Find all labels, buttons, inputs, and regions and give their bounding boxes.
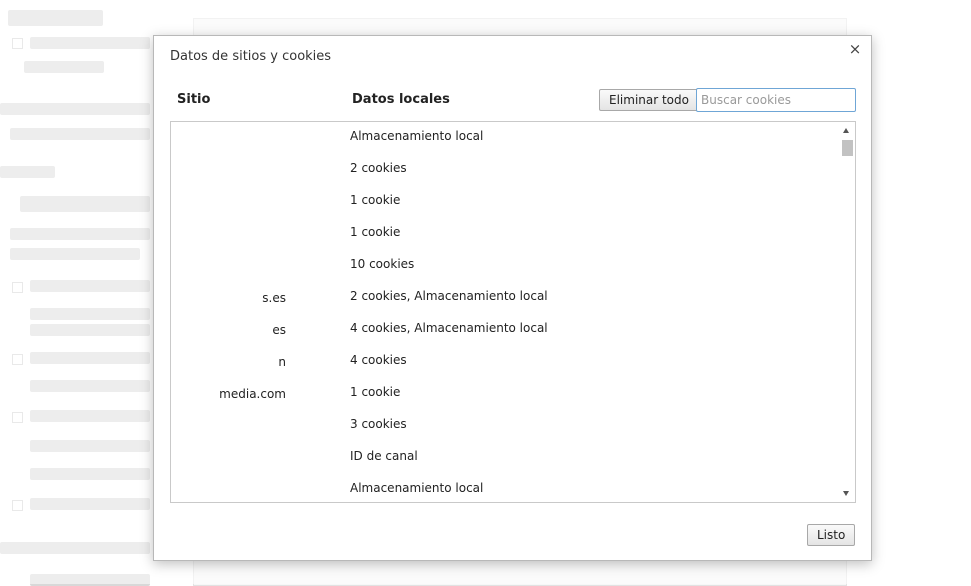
row-site: s.es [262,291,286,305]
row-site: n [278,355,286,369]
scroll-thumb[interactable] [842,140,853,156]
table-row[interactable]: 3 cookies [171,410,839,442]
table-row[interactable]: media.com 1 cookie [171,378,839,410]
cookies-list[interactable]: Almacenamiento local 2 cookies 1 cookie 1 c… [170,121,856,503]
row-local-data: 10 cookies [350,257,415,271]
dialog-title: Datos de sitios y cookies [170,49,332,64]
row-site: media.com [219,387,286,401]
row-local-data: Almacenamiento local [350,481,484,495]
row-local-data: 4 cookies [350,353,407,367]
table-row[interactable]: 1 cookie [171,186,839,218]
list-scrollbar[interactable] [840,122,855,502]
row-local-data: 1 cookie [350,193,401,207]
row-local-data: 4 cookies, Almacenamiento local [350,321,548,335]
table-row[interactable]: es 4 cookies, Almacenamiento local [171,314,839,346]
column-header-site: Sitio [177,92,211,107]
table-row[interactable]: 2 cookies [171,154,839,186]
row-local-data: Almacenamiento local [350,129,484,143]
search-cookies-input[interactable] [696,88,856,112]
table-row[interactable]: Almacenamiento local [171,474,839,502]
scroll-up-arrow-icon[interactable] [843,128,849,133]
row-local-data: 2 cookies, Almacenamiento local [350,289,548,303]
column-header-local-data: Datos locales [352,92,450,107]
cookies-dialog: Datos de sitios y cookies × Sitio Datos … [153,35,872,561]
done-button[interactable]: Listo [807,524,856,546]
close-icon[interactable]: × [847,41,863,57]
row-local-data: 1 cookie [350,225,401,239]
table-row[interactable]: Almacenamiento local [171,122,839,154]
row-local-data: 1 cookie [350,385,401,399]
table-row[interactable]: ID de canal [171,442,839,474]
table-row[interactable]: 10 cookies [171,250,839,282]
table-row[interactable]: s.es 2 cookies, Almacenamiento local [171,282,839,314]
row-local-data: 2 cookies [350,161,407,175]
delete-all-button[interactable]: Eliminar todo [599,89,699,111]
table-row[interactable]: 1 cookie [171,218,839,250]
scroll-down-arrow-icon[interactable] [843,491,849,496]
row-site: es [272,323,286,337]
table-row[interactable]: n 4 cookies [171,346,839,378]
row-local-data: ID de canal [350,449,418,463]
row-local-data: 3 cookies [350,417,407,431]
